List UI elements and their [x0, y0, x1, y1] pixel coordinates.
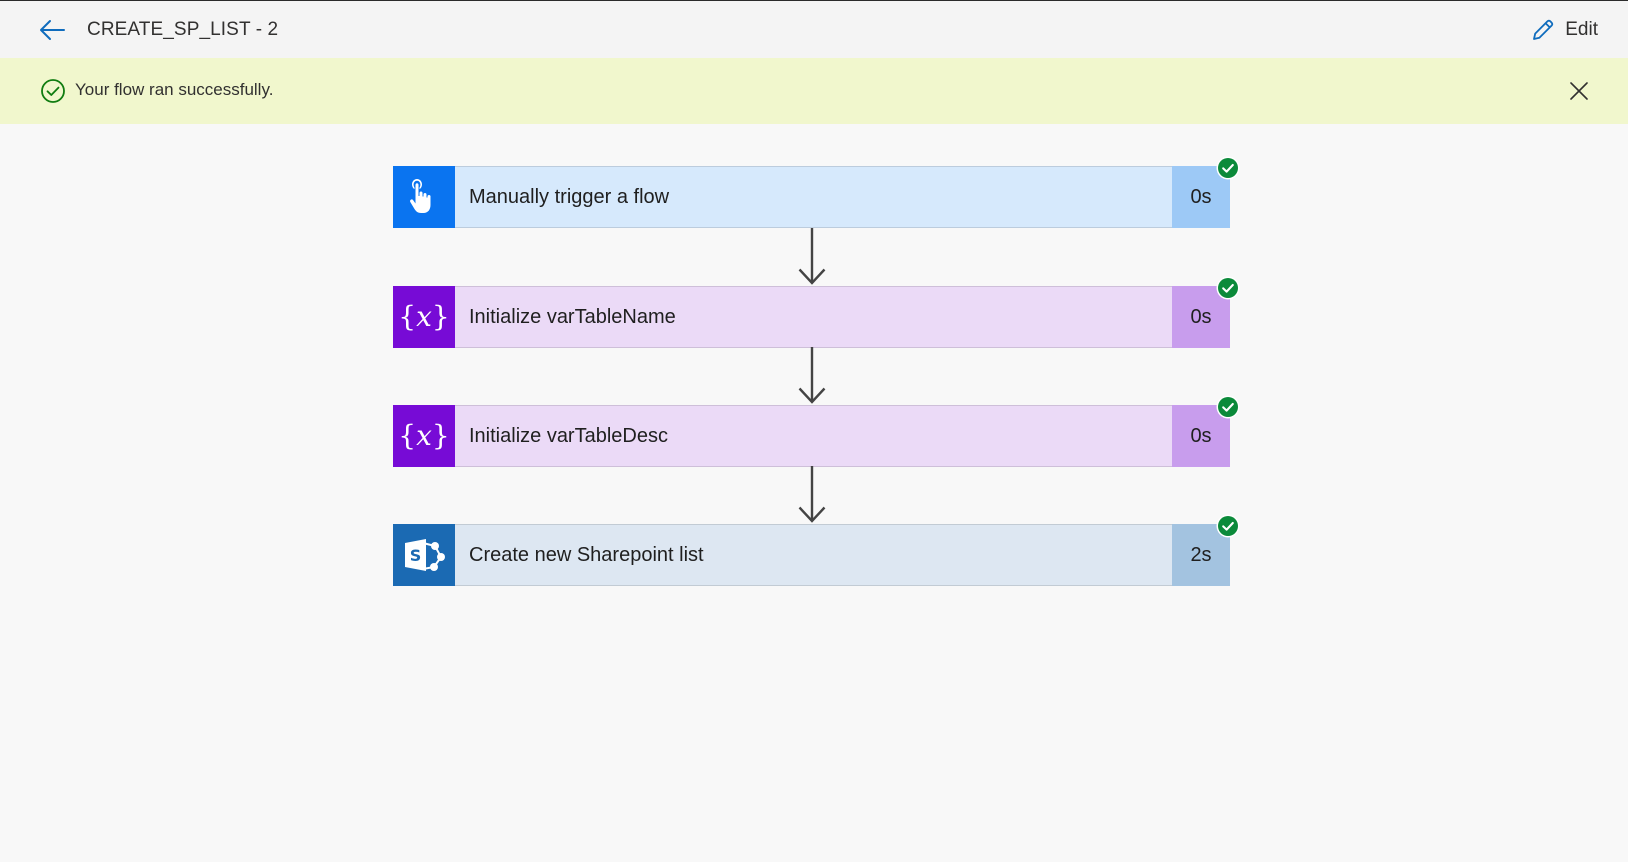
check-circle-icon	[41, 79, 65, 103]
success-check-icon	[1216, 395, 1240, 419]
touch-hand-icon	[410, 179, 431, 213]
flow-title: CREATE_SP_LIST - 2	[87, 19, 279, 40]
variable-icon: {x}	[401, 300, 447, 333]
svg-text:S: S	[410, 546, 422, 565]
svg-text:{x}: {x}	[401, 419, 447, 452]
step-label: Initialize varTableDesc	[455, 405, 1172, 467]
header-bar: CREATE_SP_LIST - 2 Edit	[0, 1, 1628, 58]
banner-close-button[interactable]	[1564, 76, 1594, 106]
back-button[interactable]	[34, 13, 70, 47]
svg-text:{x}: {x}	[401, 300, 447, 333]
close-icon	[1570, 82, 1588, 100]
variable-icon: {x}	[401, 419, 447, 452]
success-check-icon	[1216, 276, 1240, 300]
edit-label: Edit	[1565, 19, 1598, 40]
flow-connector-arrow	[798, 228, 826, 285]
step-card-init-var-table-name[interactable]: {x} Initialize varTableName 0s	[393, 276, 1240, 348]
edit-button[interactable]: Edit	[1531, 15, 1598, 45]
sharepoint-icon: S	[405, 539, 445, 571]
step-icon-box: {x}	[393, 405, 455, 467]
flow-connector-arrow	[798, 466, 826, 523]
flow-connector-arrow	[798, 347, 826, 404]
step-card-create-sharepoint-list[interactable]: S Create new Sharepoint list 2s	[393, 514, 1240, 586]
step-label: Initialize varTableName	[455, 286, 1172, 348]
success-check-icon	[1216, 156, 1240, 180]
arrow-left-icon	[40, 20, 65, 40]
step-label: Manually trigger a flow	[455, 166, 1172, 228]
step-card-manual-trigger[interactable]: Manually trigger a flow 0s	[393, 156, 1240, 228]
step-icon-box	[393, 166, 455, 228]
success-banner: Your flow ran successfully.	[0, 58, 1628, 124]
step-card-init-var-table-desc[interactable]: {x} Initialize varTableDesc 0s	[393, 395, 1240, 467]
step-icon-box: {x}	[393, 286, 455, 348]
pencil-icon	[1533, 19, 1554, 40]
banner-message: Your flow ran successfully.	[75, 80, 274, 99]
step-icon-box: S	[393, 524, 455, 586]
step-label: Create new Sharepoint list	[455, 524, 1172, 586]
success-check-icon	[1216, 514, 1240, 538]
